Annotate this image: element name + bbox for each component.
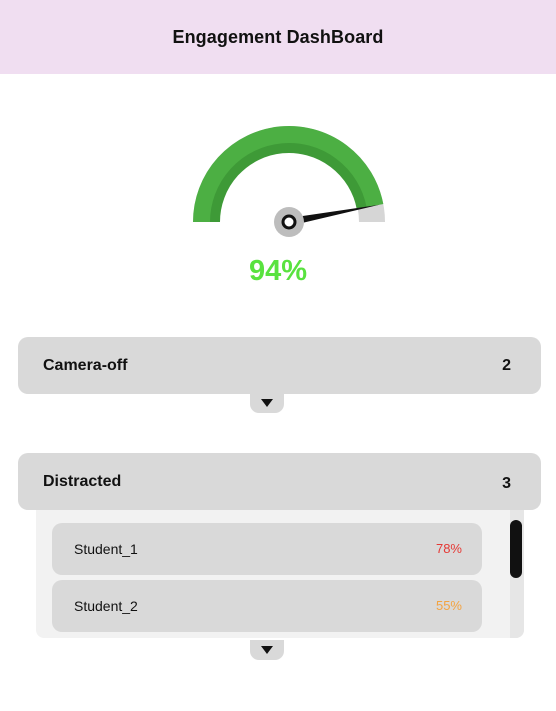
distracted-label: Distracted xyxy=(43,473,122,490)
camera-off-expand-toggle[interactable] xyxy=(250,393,284,413)
triangle-down-icon xyxy=(261,399,273,407)
camera-off-count: 2 xyxy=(502,357,511,374)
triangle-down-icon xyxy=(261,646,273,654)
scrollbar-thumb[interactable] xyxy=(510,520,522,578)
distracted-count: 3 xyxy=(502,475,511,492)
camera-off-card[interactable]: Camera-off 2 xyxy=(18,337,541,394)
student-percent: 78% xyxy=(435,541,462,556)
distracted-student-list: Student_1 78% Student_2 55% xyxy=(36,510,524,638)
distracted-card[interactable]: Distracted 3 xyxy=(18,453,541,510)
camera-off-label: Camera-off xyxy=(43,357,128,374)
gauge-hub-center xyxy=(281,214,297,230)
engagement-percent: 94% xyxy=(248,255,308,287)
student-name: Student_2 xyxy=(74,598,138,614)
student-percent: 55% xyxy=(435,598,462,613)
student-row[interactable]: Student_2 55% xyxy=(52,580,482,632)
page-title: Engagement DashBoard xyxy=(172,26,384,47)
student-name: Student_1 xyxy=(74,541,138,557)
engagement-gauge xyxy=(193,126,385,237)
header-bar: Engagement DashBoard xyxy=(0,0,556,74)
distracted-expand-toggle[interactable] xyxy=(250,640,284,660)
student-row[interactable]: Student_1 78% xyxy=(52,523,482,575)
